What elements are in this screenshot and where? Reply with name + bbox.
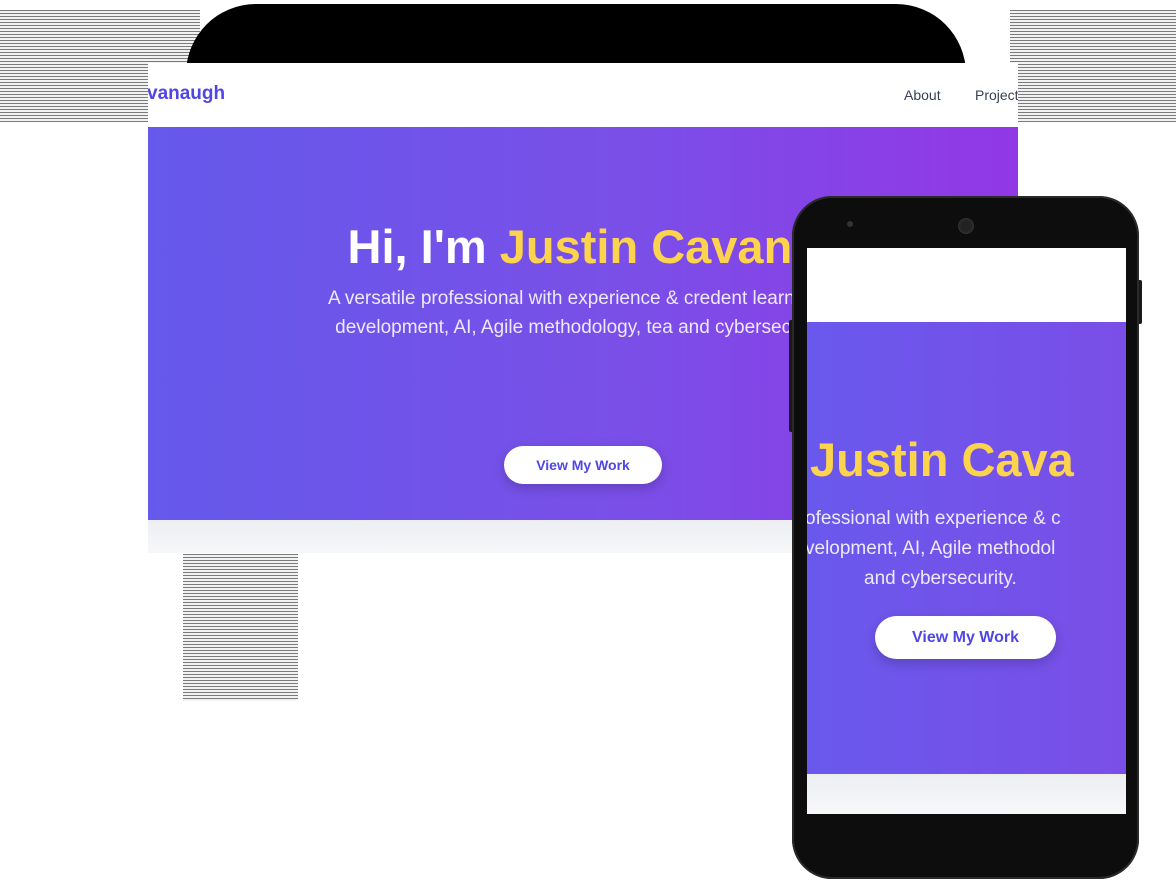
- mobile-hero-subtitle: ofessional with experience & c velopment…: [807, 504, 1126, 594]
- striped-artifact: [1010, 10, 1176, 122]
- phone-sensor: [847, 221, 853, 227]
- mobile-navbar: [807, 248, 1126, 322]
- hero-greeting: Hi, I'm: [347, 220, 500, 273]
- camera-icon: [958, 218, 974, 234]
- hero-name: Justin Cavana: [499, 220, 819, 273]
- view-my-work-button[interactable]: View My Work: [504, 446, 662, 484]
- mobile-subtitle-line: velopment, AI, Agile methodol: [807, 538, 1056, 559]
- mobile-view-my-work-button[interactable]: View My Work: [875, 616, 1056, 659]
- desktop-navbar: vanaugh About Project: [148, 63, 1018, 127]
- mobile-hero-section: Justin Cava ofessional with experience &…: [807, 322, 1126, 774]
- hero-subtitle: A versatile professional with experience…: [327, 288, 839, 338]
- mobile-subtitle-line: and cybersecurity.: [864, 568, 1017, 589]
- striped-artifact: [183, 554, 298, 701]
- nav-link-about[interactable]: About: [904, 87, 941, 103]
- mobile-hero-name: Justin Cava: [810, 433, 1074, 486]
- mobile-subtitle-line: ofessional with experience & c: [807, 508, 1061, 529]
- nav-link-projects[interactable]: Project: [975, 87, 1018, 103]
- mobile-next-section: [807, 774, 1126, 814]
- brand-logo[interactable]: vanaugh: [148, 83, 225, 105]
- mobile-preview: Justin Cava ofessional with experience &…: [807, 248, 1126, 814]
